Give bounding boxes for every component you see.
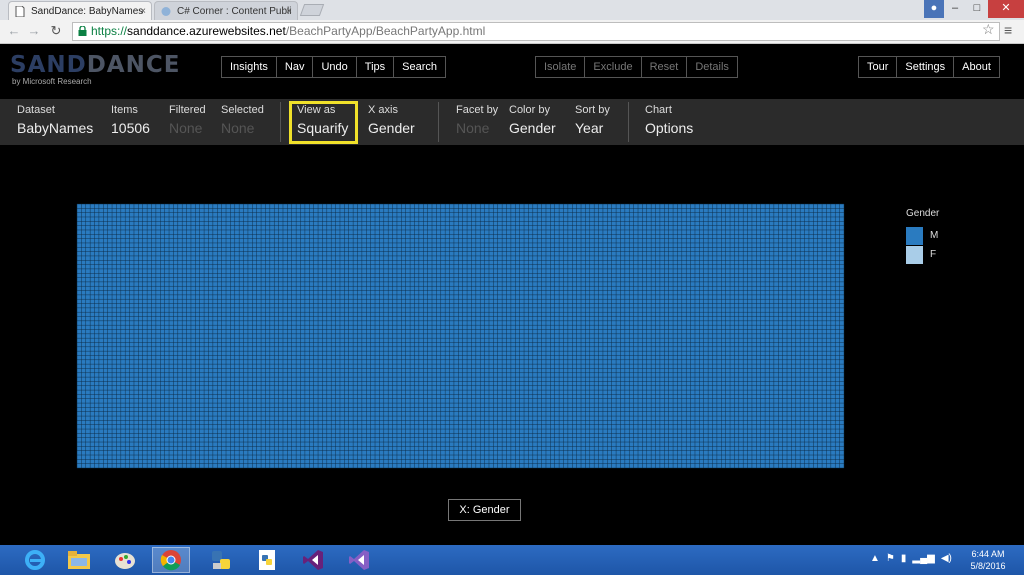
- legend-title: Gender: [906, 208, 940, 219]
- star-icon[interactable]: ☆: [982, 21, 995, 38]
- reset-button[interactable]: Reset: [642, 57, 688, 77]
- x-axis-button[interactable]: X: Gender: [448, 499, 521, 521]
- volume-icon[interactable]: ◀): [941, 553, 952, 564]
- forward-icon[interactable]: →: [26, 22, 42, 40]
- visual-studio-icon[interactable]: [294, 547, 332, 573]
- nav-button-group: Insights Nav Undo Tips Search: [221, 56, 447, 78]
- sanddance-logo: SANDDANCE: [10, 52, 181, 78]
- browser-tab-strip: SandDance: BabyNames × C# Corner : Conte…: [0, 0, 1024, 20]
- chart-area[interactable]: [0, 145, 1024, 545]
- signal-icon[interactable]: ▂▄▆: [912, 553, 934, 564]
- url-scheme: https://: [91, 24, 128, 38]
- close-tab-icon[interactable]: ×: [286, 2, 292, 20]
- legend-swatch-f: [906, 246, 923, 264]
- tab-csharp-corner[interactable]: C# Corner : Content Publi ×: [154, 1, 298, 20]
- python-file-icon[interactable]: [248, 547, 286, 573]
- right-button-group: Tour Settings About: [858, 56, 1000, 78]
- toolbar-divider: [280, 102, 281, 142]
- back-icon[interactable]: ←: [6, 22, 22, 40]
- file-explorer-icon[interactable]: [60, 547, 98, 573]
- settings-button[interactable]: Settings: [897, 57, 955, 77]
- close-window-button[interactable]: ✕: [988, 0, 1024, 18]
- windows-taskbar: ▲ ⚑ ▮ ▂▄▆ ◀) 6:44 AM 5/8/2016: [0, 545, 1024, 575]
- insights-button[interactable]: Insights: [222, 57, 277, 77]
- chart-toolbar: Dataset BabyNames Items 10506 Filtered N…: [0, 99, 1024, 145]
- nav-button[interactable]: Nav: [277, 57, 314, 77]
- address-bar: ← → ↻ https://sanddance.azurewebsites.ne…: [0, 20, 1024, 44]
- new-tab-button[interactable]: [299, 4, 325, 16]
- taskbar-clock[interactable]: 6:44 AM 5/8/2016: [966, 548, 1010, 572]
- chart-options-picker[interactable]: Chart Options: [645, 103, 693, 138]
- network-icon[interactable]: ▮: [901, 553, 907, 564]
- menu-icon[interactable]: ≡: [1004, 22, 1012, 38]
- legend-item-f[interactable]: F: [906, 246, 966, 264]
- legend-item-m[interactable]: M: [906, 227, 966, 245]
- details-button[interactable]: Details: [687, 57, 737, 77]
- minimize-button[interactable]: –: [944, 0, 966, 18]
- close-tab-icon[interactable]: ×: [140, 2, 146, 20]
- maximize-button[interactable]: □: [966, 0, 988, 18]
- toolbar-divider: [438, 102, 439, 142]
- paint-icon[interactable]: [106, 547, 144, 573]
- selected-count: Selected None: [221, 104, 264, 136]
- python-icon[interactable]: [202, 547, 240, 573]
- chrome-icon[interactable]: [152, 547, 190, 573]
- url-host: sanddance.azurewebsites.net: [127, 24, 286, 38]
- visual-studio-2-icon[interactable]: [340, 547, 378, 573]
- legend-swatch-m: [906, 227, 923, 245]
- toolbar-divider: [628, 102, 629, 142]
- clock-time: 6:44 AM: [971, 549, 1005, 559]
- tour-button[interactable]: Tour: [859, 57, 898, 77]
- x-axis-picker[interactable]: X axis Gender: [368, 103, 415, 138]
- items-count: Items 10506: [111, 104, 150, 136]
- page-icon: [15, 6, 25, 17]
- tab-title: C# Corner : Content Publi: [177, 6, 292, 17]
- dataset-picker[interactable]: Dataset BabyNames: [17, 103, 93, 138]
- tips-button[interactable]: Tips: [357, 57, 395, 77]
- legend-label-f: F: [930, 249, 937, 260]
- tab-sanddance[interactable]: SandDance: BabyNames ×: [8, 1, 152, 20]
- color-by-picker[interactable]: Color by Gender: [509, 103, 556, 138]
- lock-icon: [78, 26, 87, 36]
- show-hidden-icons-icon[interactable]: ▲: [870, 553, 880, 564]
- csharp-corner-icon: [161, 7, 171, 16]
- user-icon[interactable]: ●: [924, 0, 944, 18]
- app-header: SANDDANCE by Microsoft Research Insights…: [0, 45, 1024, 99]
- logo-subtitle: by Microsoft Research: [12, 77, 92, 86]
- squarify-chart[interactable]: [0, 145, 1024, 545]
- tab-title: SandDance: BabyNames: [31, 6, 144, 17]
- exclude-button[interactable]: Exclude: [585, 57, 642, 77]
- filtered-count: Filtered None: [169, 104, 206, 136]
- action-center-icon[interactable]: ⚑: [886, 553, 895, 564]
- reload-icon[interactable]: ↻: [48, 22, 64, 40]
- isolate-button[interactable]: Isolate: [536, 57, 586, 77]
- search-button[interactable]: Search: [394, 57, 445, 77]
- internet-explorer-icon[interactable]: [16, 547, 54, 573]
- selection-button-group: Isolate Exclude Reset Details: [535, 56, 738, 78]
- system-tray: ▲ ⚑ ▮ ▂▄▆ ◀): [870, 553, 952, 564]
- undo-button[interactable]: Undo: [313, 57, 357, 77]
- about-button[interactable]: About: [954, 57, 999, 77]
- sort-by-picker[interactable]: Sort by Year: [575, 103, 610, 138]
- view-as-highlight-box: [289, 101, 358, 144]
- facet-by-picker[interactable]: Facet by None: [456, 103, 498, 138]
- clock-date: 5/8/2016: [970, 561, 1006, 571]
- url-path: /BeachPartyApp/BeachPartyApp.html: [285, 24, 486, 38]
- legend-label-m: M: [930, 230, 939, 241]
- squarify-block[interactable]: [77, 204, 844, 468]
- url-input[interactable]: https://sanddance.azurewebsites.net/Beac…: [72, 22, 1000, 41]
